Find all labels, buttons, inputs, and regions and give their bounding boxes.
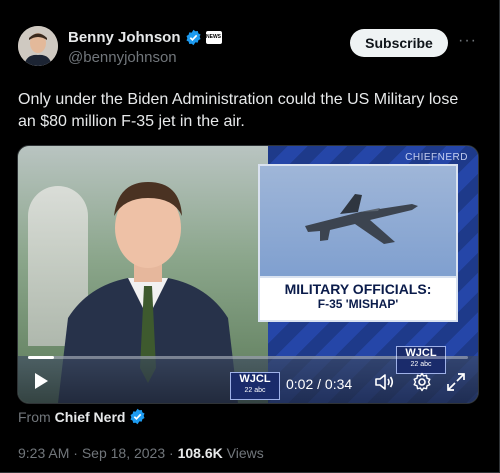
video-source: From Chief Nerd: [18, 408, 146, 425]
views-label: Views: [226, 445, 264, 461]
jet-icon: [305, 194, 418, 244]
f35-jet-graphic: [258, 164, 458, 280]
settings-gear-icon[interactable]: [412, 372, 432, 392]
lower-third-title: MILITARY OFFICIALS:: [284, 281, 432, 297]
video-controls: 0:02 / 0:34: [18, 352, 478, 403]
video-watermark: CHIEFNERD: [405, 152, 468, 163]
source-verified-icon: [130, 408, 145, 425]
avatar-image: [18, 26, 58, 66]
tweet-date[interactable]: Sep 18, 2023: [82, 445, 165, 461]
author-name-row[interactable]: Benny Johnson NEWS: [68, 29, 222, 46]
news-lower-third: MILITARY OFFICIALS: F-35 'MISHAP': [258, 276, 458, 322]
video-time: 0:02 / 0:34: [286, 376, 353, 392]
video-progress-fill: [28, 356, 55, 359]
views-count[interactable]: 108.6K: [178, 445, 223, 461]
video-player[interactable]: CHIEFNERD MILITARY OFFICIALS: F-35 'MISH…: [17, 145, 479, 404]
source-prefix: From: [18, 408, 51, 425]
meta-separator: ·: [73, 445, 78, 461]
tweet-text: Only under the Biden Administration coul…: [18, 91, 459, 130]
video-progress-bar[interactable]: [28, 356, 468, 359]
more-options-icon[interactable]: ···: [458, 32, 477, 50]
play-icon[interactable]: [32, 372, 50, 390]
meta-separator-2: ·: [169, 445, 174, 461]
volume-icon[interactable]: [374, 372, 394, 392]
fullscreen-icon[interactable]: [446, 372, 466, 392]
author-handle[interactable]: @bennyjohnson: [68, 49, 177, 66]
lower-third-subtitle: F-35 'MISHAP': [317, 297, 399, 311]
subscribe-button[interactable]: Subscribe: [350, 29, 448, 57]
verified-badge-icon[interactable]: [185, 29, 202, 46]
author-name[interactable]: Benny Johnson: [68, 29, 181, 46]
source-name-link[interactable]: Chief Nerd: [55, 409, 126, 425]
tweet-time[interactable]: 9:23 AM: [18, 445, 69, 461]
avatar[interactable]: [18, 26, 58, 66]
affiliation-badge-icon[interactable]: NEWS: [205, 31, 222, 44]
tweet-metadata: 9:23 AM · Sep 18, 2023 · 108.6K Views: [18, 445, 264, 461]
